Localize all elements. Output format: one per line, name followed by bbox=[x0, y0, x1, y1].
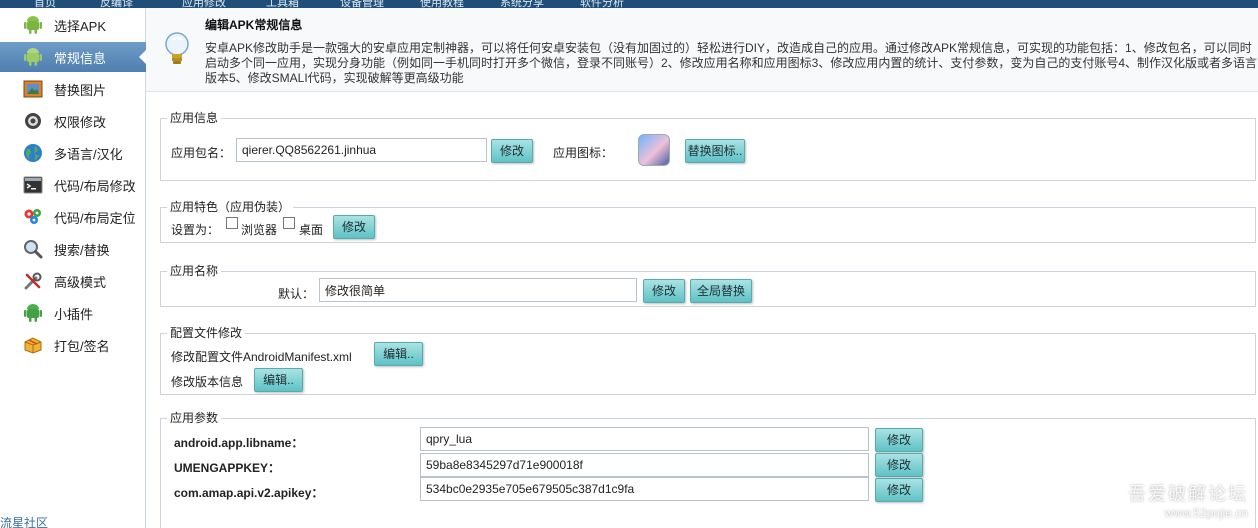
modify-feature-button[interactable]: 修改 bbox=[333, 215, 375, 239]
sidebar-item-label: 打包/签名 bbox=[54, 338, 110, 354]
browser-label: 浏览器 bbox=[241, 223, 278, 237]
sidebar-item-label: 选择APK bbox=[54, 18, 107, 34]
picture-icon bbox=[23, 79, 43, 99]
sidebar-item-replace-image[interactable]: 替换图片 bbox=[0, 74, 146, 104]
tools-icon bbox=[23, 271, 43, 291]
location-pin-icon bbox=[23, 207, 43, 227]
app-icon-label: 应用图标： bbox=[553, 146, 614, 160]
sidebar-item-label: 高级模式 bbox=[54, 274, 107, 290]
watermark-url: www.52pojie.cn bbox=[1164, 506, 1248, 520]
app-name-section: 应用名称 默认： 修改 全局替换 bbox=[160, 262, 1256, 307]
sidebar-item-pack-sign[interactable]: 打包/签名 bbox=[0, 330, 146, 360]
android-icon bbox=[23, 47, 43, 67]
desktop-label: 桌面 bbox=[299, 223, 324, 237]
param-value-input[interactable] bbox=[420, 427, 869, 451]
lightbulb-icon bbox=[162, 30, 192, 73]
set-as-label: 设置为： bbox=[171, 223, 220, 237]
sidebar-item-label: 代码/布局修改 bbox=[54, 178, 136, 194]
param-key: UMENGAPPKEY： bbox=[174, 461, 281, 475]
shield-icon bbox=[23, 111, 43, 131]
nav-item-share[interactable]: 系统分享 bbox=[500, 0, 544, 8]
sidebar-item-search-replace[interactable]: 搜索/替换 bbox=[0, 234, 146, 264]
sidebar-item-label: 权限修改 bbox=[54, 114, 107, 130]
edit-manifest-button[interactable]: 编辑.. bbox=[374, 342, 423, 366]
modify-name-button[interactable]: 修改 bbox=[643, 279, 685, 303]
section-title: 应用特色（应用伪装） bbox=[167, 198, 294, 215]
app-params-section: 应用参数 android.app.libname： 修改 UMENGAPPKEY… bbox=[160, 409, 1256, 528]
browser-checkbox[interactable] bbox=[226, 217, 238, 229]
param-value-input[interactable] bbox=[420, 453, 869, 477]
nav-item-decompile[interactable]: 反编译 bbox=[100, 0, 133, 8]
globe-icon bbox=[23, 143, 43, 163]
sidebar-item-label: 小插件 bbox=[54, 306, 94, 322]
sidebar-item-label: 替换图片 bbox=[54, 82, 107, 98]
param-key: android.app.libname： bbox=[174, 436, 304, 450]
nav-item-home[interactable]: 首页 bbox=[34, 0, 56, 8]
modify-package-button[interactable]: 修改 bbox=[491, 139, 533, 163]
sidebar-item-general-info[interactable]: 常规信息 bbox=[0, 42, 147, 72]
modify-param-button[interactable]: 修改 bbox=[875, 428, 923, 452]
package-icon bbox=[23, 335, 43, 355]
sidebar-item-label: 常规信息 bbox=[54, 50, 107, 66]
param-value-input[interactable] bbox=[420, 477, 869, 501]
watermark: 吾爱破解论坛 www.52pojie.cn bbox=[1128, 480, 1248, 520]
package-name-label: 应用包名： bbox=[171, 146, 232, 160]
sidebar-item-i18n[interactable]: 多语言/汉化 bbox=[0, 138, 146, 168]
nav-item-toolbox[interactable]: 工具箱 bbox=[266, 0, 299, 8]
app-name-input[interactable] bbox=[319, 278, 637, 302]
sidebar-item-code-layout-locate[interactable]: 代码/布局定位 bbox=[0, 202, 146, 232]
param-key: com.amap.api.v2.apikey： bbox=[174, 486, 324, 500]
version-info-label: 修改版本信息 bbox=[171, 375, 244, 389]
edit-version-button[interactable]: 编辑.. bbox=[254, 368, 303, 392]
default-name-label: 默认： bbox=[278, 287, 315, 301]
page-description: 安卓APK修改助手是一款强大的安卓应用定制神器，可以将任何安卓安装包（没有加固过… bbox=[205, 41, 1258, 85]
section-title: 配置文件修改 bbox=[167, 324, 246, 341]
app-feature-section: 应用特色（应用伪装） 设置为： 浏览器 桌面 修改 bbox=[160, 198, 1256, 243]
sidebar-item-label: 代码/布局定位 bbox=[54, 210, 136, 226]
nav-item-analyze[interactable]: 软件分析 bbox=[580, 0, 624, 8]
forum-link[interactable]: 流星社区 bbox=[0, 514, 48, 528]
sidebar-item-label: 搜索/替换 bbox=[54, 242, 110, 258]
android-icon bbox=[23, 15, 43, 35]
section-title: 应用名称 bbox=[167, 262, 222, 279]
sidebar-item-plugins[interactable]: 小插件 bbox=[0, 298, 146, 328]
manifest-label: 修改配置文件AndroidManifest.xml bbox=[171, 350, 352, 364]
modify-param-button[interactable]: 修改 bbox=[875, 478, 923, 502]
modify-param-button[interactable]: 修改 bbox=[875, 453, 923, 477]
app-icon-image bbox=[638, 134, 670, 166]
global-replace-button[interactable]: 全局替换 bbox=[690, 279, 752, 303]
nav-item-app-modify[interactable]: 应用修改 bbox=[182, 0, 226, 8]
magnifier-icon bbox=[23, 239, 43, 259]
page-title: 编辑APK常规信息 bbox=[205, 18, 303, 32]
sidebar-item-label: 多语言/汉化 bbox=[54, 146, 123, 162]
section-title: 应用信息 bbox=[167, 109, 222, 126]
desktop-checkbox[interactable] bbox=[283, 217, 295, 229]
replace-icon-button[interactable]: 替换图标.. bbox=[685, 139, 745, 163]
sidebar-item-permissions[interactable]: 权限修改 bbox=[0, 106, 146, 136]
nav-item-device[interactable]: 设备管理 bbox=[340, 0, 384, 8]
section-title: 应用参数 bbox=[167, 409, 222, 426]
sidebar-item-select-apk[interactable]: 选择APK bbox=[0, 10, 146, 40]
top-nav: 首页 反编译 应用修改 工具箱 设备管理 使用教程 系统分享 软件分析 bbox=[0, 0, 1258, 8]
app-info-section: 应用信息 应用包名： 修改 应用图标： 替换图标.. bbox=[160, 109, 1256, 181]
terminal-icon bbox=[23, 175, 43, 195]
package-name-input[interactable] bbox=[236, 138, 487, 162]
watermark-title: 吾爱破解论坛 bbox=[1128, 484, 1248, 504]
sidebar: 选择APK 常规信息 替换图片 权限修改 多语言/汉化 代码/布局修改 代码/布… bbox=[0, 8, 147, 528]
nav-item-tutorial[interactable]: 使用教程 bbox=[420, 0, 464, 8]
sidebar-item-advanced[interactable]: 高级模式 bbox=[0, 266, 146, 296]
sidebar-item-code-layout-edit[interactable]: 代码/布局修改 bbox=[0, 170, 146, 200]
config-file-section: 配置文件修改 修改配置文件AndroidManifest.xml 编辑.. 修改… bbox=[160, 324, 1256, 395]
info-header: 编辑APK常规信息 安卓APK修改助手是一款强大的安卓应用定制神器，可以将任何安… bbox=[146, 8, 1258, 92]
android-icon bbox=[23, 303, 43, 323]
